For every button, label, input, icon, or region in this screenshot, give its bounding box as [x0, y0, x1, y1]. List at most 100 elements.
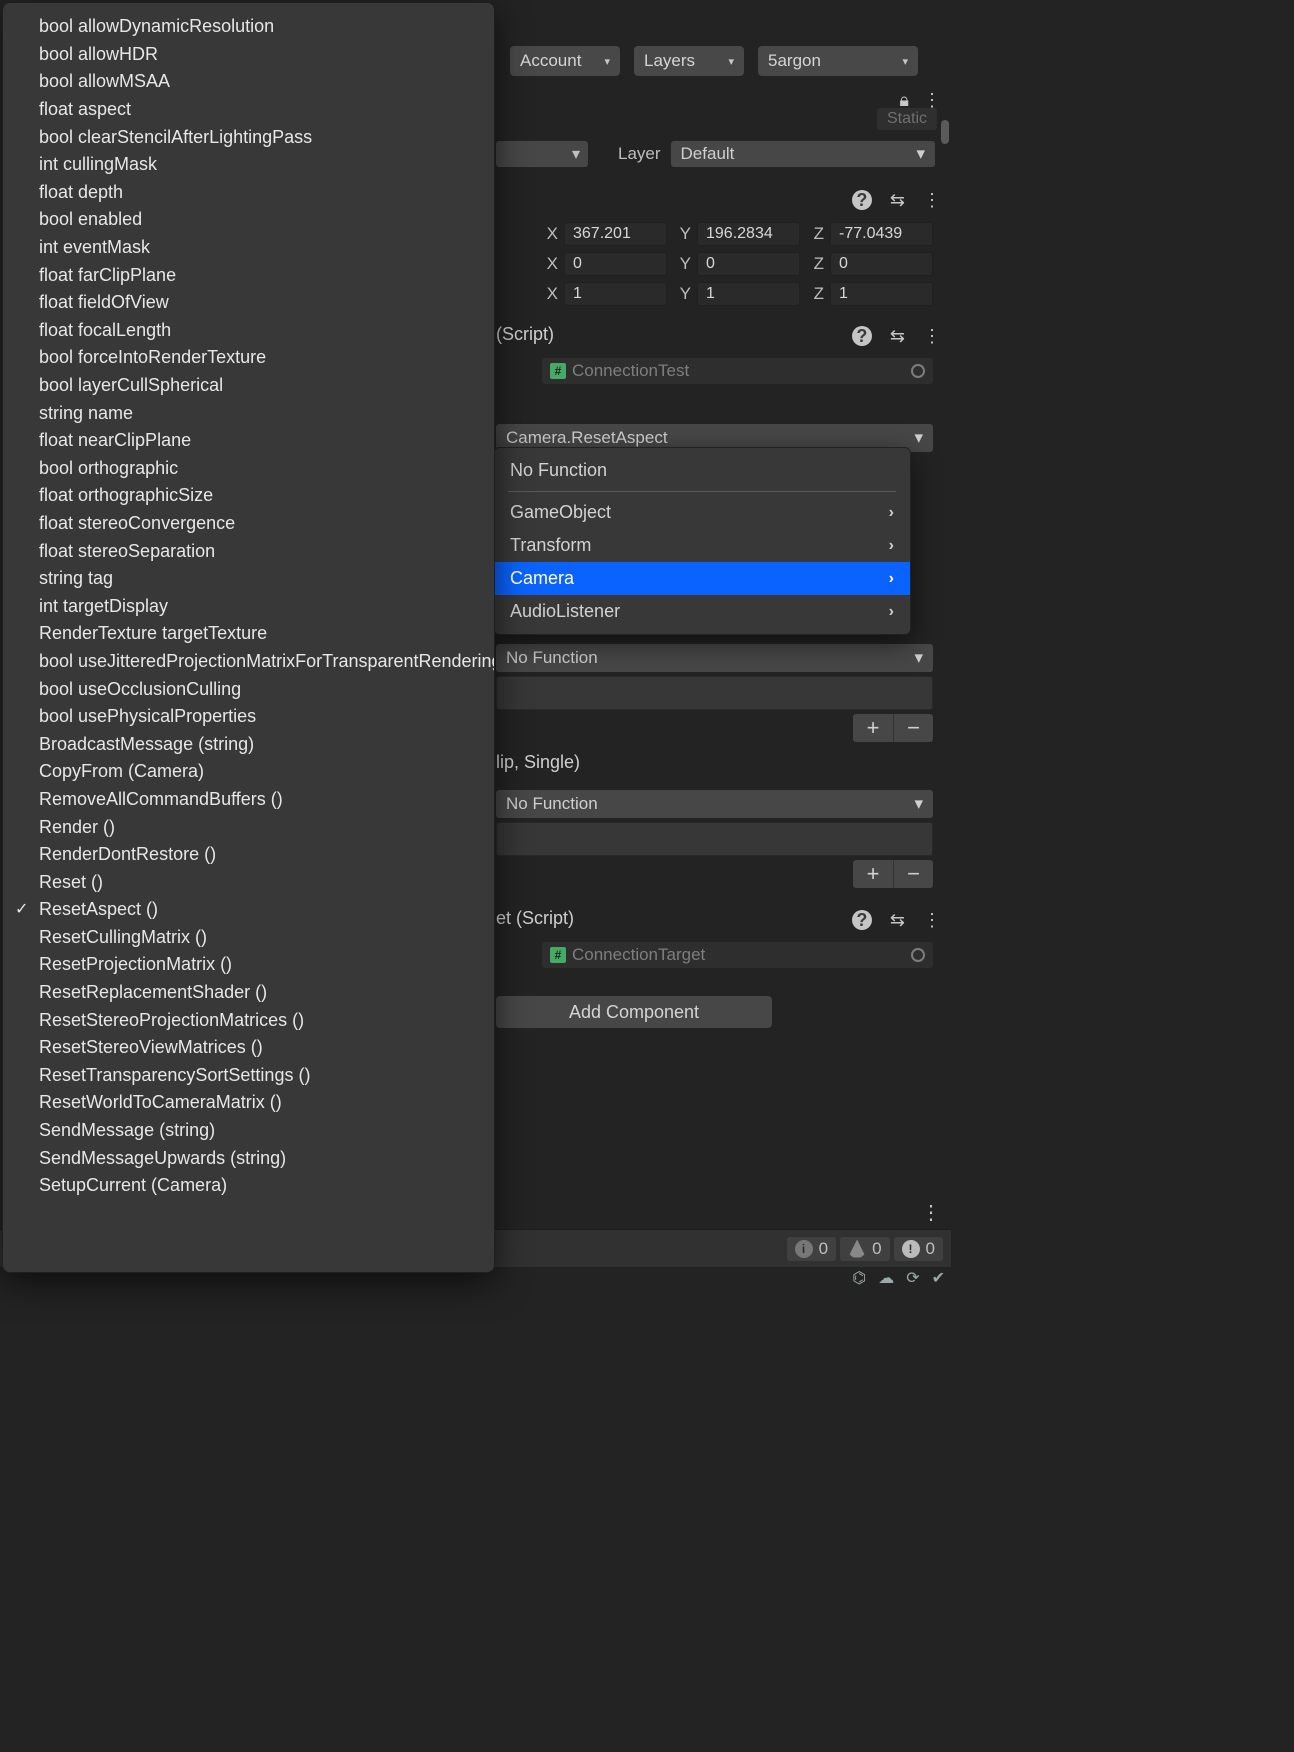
member-item[interactable]: bool enabled — [3, 206, 494, 234]
add-listener-button[interactable]: + — [853, 714, 893, 742]
component2-script-field[interactable]: #ConnectionTarget — [542, 942, 933, 968]
component1-script-field[interactable]: #ConnectionTest — [542, 358, 933, 384]
member-item[interactable]: string name — [3, 399, 494, 427]
ctx-item-gameobject[interactable]: GameObject — [494, 496, 910, 529]
account-dropdown[interactable]: Account — [510, 46, 620, 76]
layer-value: Default — [681, 144, 735, 164]
scale-y-field[interactable]: 1 — [697, 282, 800, 306]
scale-z-field[interactable]: 1 — [830, 282, 933, 306]
kebab-icon[interactable] — [923, 326, 941, 347]
member-item[interactable]: ResetStereoViewMatrices () — [3, 1034, 494, 1062]
preset-icon[interactable] — [890, 910, 905, 931]
member-item[interactable]: ResetReplacementShader () — [3, 979, 494, 1007]
member-item[interactable]: bool forceIntoRenderTexture — [3, 344, 494, 372]
project-kebab-icon[interactable] — [921, 1200, 941, 1225]
member-item[interactable]: int targetDisplay — [3, 592, 494, 620]
member-item[interactable]: float focalLength — [3, 317, 494, 345]
scrollbar-thumb[interactable] — [941, 120, 949, 144]
check-icon[interactable]: ✔︎ — [932, 1268, 945, 1288]
member-item[interactable]: bool orthographic — [3, 455, 494, 483]
member-item[interactable]: bool useJitteredProjectionMatrixForTrans… — [3, 648, 494, 676]
remove-listener-button[interactable]: − — [893, 714, 933, 742]
position-z-field[interactable]: -77.0439 — [830, 222, 933, 246]
member-item[interactable]: CopyFrom (Camera) — [3, 758, 494, 786]
bug-icon[interactable]: ⌬ — [852, 1268, 866, 1288]
remove-listener-button[interactable]: − — [893, 860, 933, 888]
member-item[interactable]: bool useOcclusionCulling — [3, 675, 494, 703]
position-y-field[interactable]: 196.2834 — [697, 222, 800, 246]
member-item[interactable]: Render () — [3, 813, 494, 841]
object-picker-icon[interactable] — [911, 364, 925, 378]
sync-icon[interactable]: ⟳ — [906, 1268, 919, 1288]
component1-icons: ? — [852, 322, 941, 350]
axis-z-label: Z — [806, 224, 824, 244]
preset-icon[interactable] — [890, 326, 905, 347]
scale-x-field[interactable]: 1 — [564, 282, 667, 306]
member-item[interactable]: SendMessage (string) — [3, 1117, 494, 1145]
ctx-item-transform[interactable]: Transform — [494, 529, 910, 562]
member-item[interactable]: float aspect — [3, 96, 494, 124]
static-toggle[interactable]: Static — [877, 108, 937, 130]
member-item[interactable]: float nearClipPlane — [3, 427, 494, 455]
ctx-item-audiolistener[interactable]: AudioListener — [494, 595, 910, 628]
member-item[interactable]: RenderTexture targetTexture — [3, 620, 494, 648]
layers-dropdown[interactable]: Layers — [634, 46, 744, 76]
object-picker-icon[interactable] — [911, 948, 925, 962]
position-row: X 367.201 Y 196.2834 Z -77.0439 — [540, 219, 933, 249]
event-function-nofunc-1[interactable]: No Function — [496, 644, 933, 672]
layer-dropdown[interactable]: Default — [671, 141, 935, 167]
member-item[interactable]: RemoveAllCommandBuffers () — [3, 786, 494, 814]
help-icon[interactable]: ? — [852, 326, 872, 346]
console-error-pill[interactable]: !0 — [894, 1237, 943, 1261]
member-item[interactable]: int cullingMask — [3, 151, 494, 179]
add-listener-button[interactable]: + — [853, 860, 893, 888]
tag-layer-row: Layer Default — [496, 139, 935, 169]
member-item[interactable]: SetupCurrent (Camera) — [3, 1172, 494, 1200]
member-item[interactable]: float farClipPlane — [3, 261, 494, 289]
member-item[interactable]: ResetStereoProjectionMatrices () — [3, 1006, 494, 1034]
rotation-x-field[interactable]: 0 — [564, 252, 667, 276]
member-item[interactable]: BroadcastMessage (string) — [3, 730, 494, 758]
rotation-y-field[interactable]: 0 — [697, 252, 800, 276]
preset-icon[interactable] — [890, 190, 905, 211]
chevron-down-icon — [916, 144, 925, 164]
member-item[interactable]: int eventMask — [3, 234, 494, 262]
member-item[interactable]: ResetProjectionMatrix () — [3, 951, 494, 979]
member-item[interactable]: ResetCullingMatrix () — [3, 924, 494, 952]
member-item[interactable]: RenderDontRestore () — [3, 841, 494, 869]
member-item[interactable]: ResetWorldToCameraMatrix () — [3, 1089, 494, 1117]
member-item[interactable]: bool layerCullSpherical — [3, 372, 494, 400]
member-item[interactable]: bool allowDynamicResolution — [3, 13, 494, 41]
event-plus-minus-2: + − — [853, 860, 933, 888]
help-icon[interactable]: ? — [852, 190, 872, 210]
member-item[interactable]: bool allowHDR — [3, 41, 494, 69]
member-item[interactable]: bool usePhysicalProperties — [3, 703, 494, 731]
member-item[interactable]: bool clearStencilAfterLightingPass — [3, 123, 494, 151]
member-item[interactable]: bool allowMSAA — [3, 68, 494, 96]
rotation-z-field[interactable]: 0 — [830, 252, 933, 276]
layout-dropdown[interactable]: 5argon — [758, 46, 918, 76]
member-item[interactable]: string tag — [3, 565, 494, 593]
help-icon[interactable]: ? — [852, 910, 872, 930]
member-item[interactable]: ResetTransparencySortSettings () — [3, 1062, 494, 1090]
member-item[interactable]: float stereoSeparation — [3, 537, 494, 565]
tag-dropdown[interactable] — [496, 141, 588, 167]
member-item[interactable]: float fieldOfView — [3, 289, 494, 317]
member-item[interactable]: SendMessageUpwards (string) — [3, 1144, 494, 1172]
add-component-button[interactable]: Add Component — [496, 996, 772, 1028]
event-listeners-box-1 — [496, 676, 933, 710]
position-x-field[interactable]: 367.201 — [564, 222, 667, 246]
kebab-icon[interactable] — [923, 190, 941, 211]
ctx-item-camera[interactable]: Camera — [494, 562, 910, 595]
member-item[interactable]: Reset () — [3, 868, 494, 896]
member-item[interactable]: float depth — [3, 179, 494, 207]
ctx-item-no-function[interactable]: No Function — [494, 454, 910, 487]
member-item[interactable]: float orthographicSize — [3, 482, 494, 510]
event-function-nofunc-2[interactable]: No Function — [496, 790, 933, 818]
console-warn-pill[interactable]: 0 — [840, 1237, 889, 1261]
member-item[interactable]: ResetAspect () — [3, 896, 494, 924]
cloud-icon[interactable]: ☁︎ — [878, 1268, 894, 1288]
member-item[interactable]: float stereoConvergence — [3, 510, 494, 538]
kebab-icon[interactable] — [923, 910, 941, 931]
console-info-pill[interactable]: i0 — [787, 1237, 836, 1261]
